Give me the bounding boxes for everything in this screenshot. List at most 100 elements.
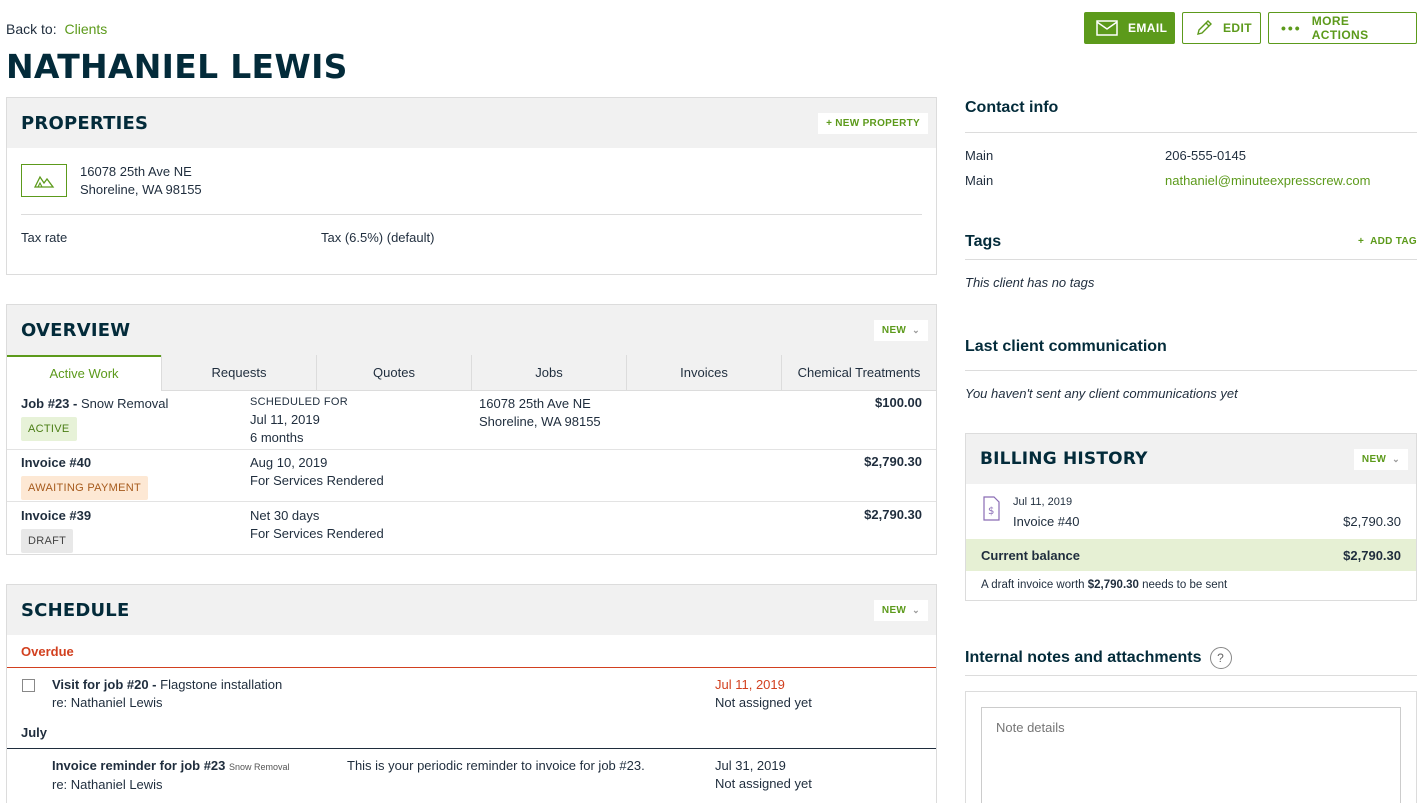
communication-section: Last client communication You haven't se… <box>965 336 1417 401</box>
scheduled-date: Jul 11, 2019 <box>250 412 320 427</box>
complete-checkbox[interactable] <box>22 679 35 692</box>
edit-label: EDIT <box>1223 21 1252 35</box>
list-item[interactable]: Job #23 - Snow Removal ACTIVE SCHEDULED … <box>7 391 936 450</box>
note-details-input[interactable] <box>981 707 1401 803</box>
scheduled-for-label: SCHEDULED FOR <box>250 396 349 408</box>
property-address: 16078 25th Ave NE Shoreline, WA 98155 <box>80 163 202 199</box>
active-badge: ACTIVE <box>21 417 77 441</box>
current-balance-row: Current balance $2,790.30 <box>966 539 1416 571</box>
overview-card: OVERVIEW NEW ⌄ Active Work Requests Quot… <box>6 304 937 555</box>
reminder-title: Invoice reminder for job #23 Snow Remova… <box>52 757 290 794</box>
tags-title: Tags <box>965 232 1002 250</box>
reminder-title-small: Snow Removal <box>229 762 290 772</box>
add-tag-label: ADD TAG <box>1370 236 1417 247</box>
plus-icon: + <box>1357 236 1365 247</box>
invoice-subject: For Services Rendered <box>250 473 384 488</box>
visit-client: re: Nathaniel Lewis <box>52 695 163 710</box>
notes-section: Internal notes and attachments ? <box>965 641 1417 676</box>
job-amount: $100.00 <box>875 395 922 410</box>
address-line2: Shoreline, WA 98155 <box>80 182 202 197</box>
tax-rate-label: Tax rate <box>21 230 68 245</box>
properties-card: PROPERTIES + NEW PROPERTY 16078 25th Ave… <box>6 97 937 275</box>
draft-note-suffix: needs to be sent <box>1142 579 1228 591</box>
reminder-date: Jul 31, 2019 <box>715 758 786 773</box>
job-address-line1: 16078 25th Ave NE <box>479 396 591 411</box>
reminder-title-bold: Invoice reminder for job #23 <box>52 758 226 773</box>
properties-title: PROPERTIES <box>21 112 149 134</box>
visit-schedule: Jul 11, 2019 Not assigned yet <box>715 676 812 712</box>
visit-title-bold: Visit for job #20 - <box>52 677 157 692</box>
envelope-icon <box>1096 20 1118 36</box>
breadcrumb: Back to: Clients <box>6 21 107 37</box>
email-label: Main <box>965 173 994 188</box>
draft-invoice-note: A draft invoice worth $2,790.30 needs to… <box>966 571 1416 599</box>
tab-active-work[interactable]: Active Work <box>7 355 161 391</box>
billing-item[interactable]: $ Jul 11, 2019 Invoice #40 $2,790.30 <box>966 484 1416 539</box>
pencil-icon <box>1195 19 1213 37</box>
visit-date: Jul 11, 2019 <box>715 677 785 692</box>
billing-header: BILLING HISTORY NEW ⌄ <box>966 434 1416 484</box>
email-button[interactable]: EMAIL <box>1084 12 1175 44</box>
invoice-terms: Net 30 days <box>250 508 320 523</box>
draft-note-amount: $2,790.30 <box>1087 579 1139 591</box>
overview-header: OVERVIEW NEW ⌄ <box>7 305 936 355</box>
visit-assignee: Not assigned yet <box>715 695 812 710</box>
clients-link[interactable]: Clients <box>64 21 107 37</box>
invoice-subject: For Services Rendered <box>250 526 384 541</box>
more-actions-button[interactable]: ••• MORE ACTIONS <box>1268 12 1417 44</box>
schedule-new-label: NEW <box>881 604 907 616</box>
schedule-title: SCHEDULE <box>21 599 130 621</box>
divider <box>965 370 1417 371</box>
divider <box>965 675 1417 676</box>
tab-invoices[interactable]: Invoices <box>626 355 781 390</box>
list-item[interactable]: Invoice #39 DRAFT Net 30 days For Servic… <box>7 502 936 554</box>
contact-row: Main nathaniel@minuteexpresscrew.com <box>965 168 1417 193</box>
visit-title: Visit for job #20 - Flagstone installati… <box>52 676 282 712</box>
property-row[interactable]: 16078 25th Ave NE Shoreline, WA 98155 <box>7 148 936 199</box>
more-dots-icon: ••• <box>1281 20 1302 36</box>
schedule-item[interactable]: Visit for job #20 - Flagstone installati… <box>7 668 936 716</box>
status-badge: DRAFT <box>21 529 74 553</box>
schedule-new-button[interactable]: NEW ⌄ <box>873 599 928 621</box>
job-address: 16078 25th Ave NE Shoreline, WA 98155 <box>479 395 601 431</box>
tags-header: Tags + ADD TAG <box>965 224 1417 259</box>
reminder-client: re: Nathaniel Lewis <box>52 777 163 792</box>
tab-requests[interactable]: Requests <box>161 355 316 390</box>
add-tag-button[interactable]: + ADD TAG <box>1357 231 1417 252</box>
overview-title: OVERVIEW <box>21 319 131 341</box>
tab-chemical-treatments[interactable]: Chemical Treatments <box>781 355 936 390</box>
communication-empty: You haven't sent any client communicatio… <box>965 386 1238 401</box>
help-icon[interactable]: ? <box>1209 647 1232 669</box>
tax-rate-row: Tax rate Tax (6.5%) (default) <box>7 215 936 260</box>
email-link[interactable]: nathaniel@minuteexpresscrew.com <box>1165 173 1370 188</box>
overview-new-button[interactable]: NEW ⌄ <box>873 319 928 341</box>
schedule-info: SCHEDULED FOR Jul 11, 2019 6 months <box>250 393 348 447</box>
billing-new-button[interactable]: NEW ⌄ <box>1353 448 1408 470</box>
overview-tabs: Active Work Requests Quotes Jobs Invoice… <box>7 355 936 391</box>
chevron-down-icon: ⌄ <box>1392 453 1400 464</box>
job-title-rest: Snow Removal <box>80 396 169 411</box>
invoice-date: Aug 10, 2019 <box>250 455 328 470</box>
schedule-item[interactable]: Invoice reminder for job #23 Snow Remova… <box>7 749 936 797</box>
edit-button[interactable]: EDIT <box>1182 12 1261 44</box>
notes-header: Internal notes and attachments ? <box>965 641 1417 675</box>
reminder-description: This is your periodic reminder to invoic… <box>347 758 645 773</box>
notes-box <box>965 691 1417 803</box>
new-property-button[interactable]: + NEW PROPERTY <box>818 112 928 134</box>
tab-jobs[interactable]: Jobs <box>471 355 626 390</box>
invoice-info: Net 30 days For Services Rendered <box>250 507 384 543</box>
month-label: July <box>7 716 936 749</box>
contact-section: Contact info Main 206-555-0145 Main nath… <box>965 97 1417 193</box>
list-item[interactable]: Invoice #40 AWAITING PAYMENT Aug 10, 201… <box>7 450 936 502</box>
tab-quotes[interactable]: Quotes <box>316 355 471 390</box>
invoice-icon: $ <box>980 496 1002 525</box>
header-actions: EMAIL EDIT ••• MORE ACTIONS <box>1084 12 1417 44</box>
more-actions-label: MORE ACTIONS <box>1311 14 1369 42</box>
svg-text:$: $ <box>988 506 994 517</box>
address-line1: 16078 25th Ave NE <box>80 164 192 179</box>
schedule-header: SCHEDULE NEW ⌄ <box>7 585 936 635</box>
schedule-card: SCHEDULE NEW ⌄ Overdue Visit for job #20… <box>6 584 937 803</box>
visit-title-rest: Flagstone installation <box>160 677 283 692</box>
overview-new-label: NEW <box>881 324 907 336</box>
phone-value: 206-555-0145 <box>1165 148 1246 163</box>
